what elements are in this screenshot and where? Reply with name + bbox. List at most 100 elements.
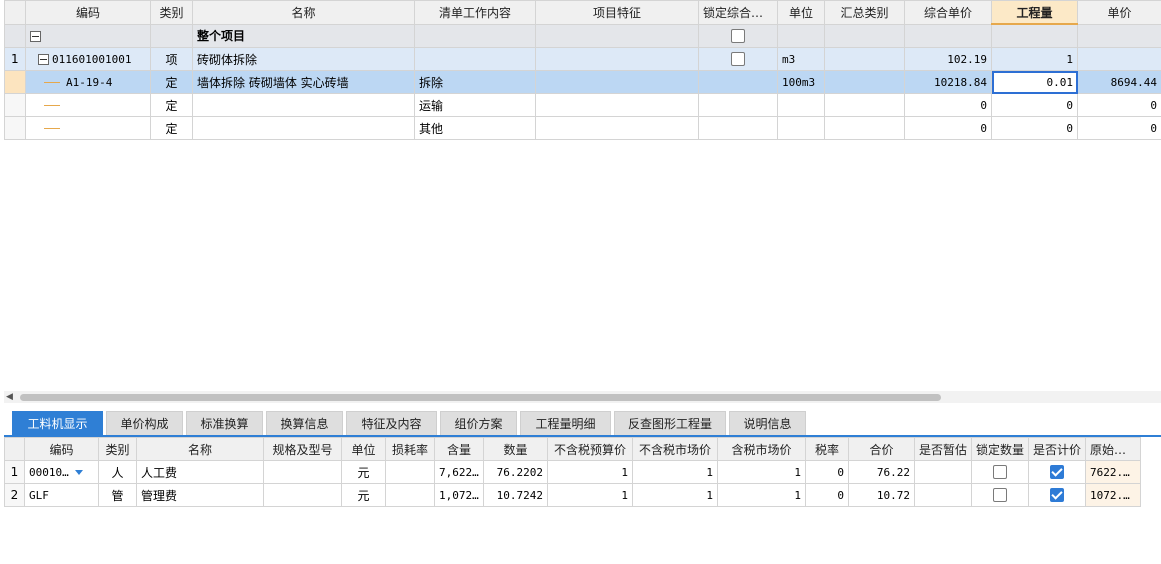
original-content-cell[interactable]: 7622.02	[1085, 460, 1141, 484]
header-code[interactable]: 编码	[24, 437, 99, 461]
scroll-left-icon[interactable]: ◀	[6, 392, 13, 402]
tab-unit-price-composition[interactable]: 单价构成	[106, 411, 183, 436]
unit-cell[interactable]	[777, 116, 825, 140]
header-total[interactable]: 合价	[848, 437, 915, 461]
unit-cell[interactable]: 元	[341, 483, 386, 507]
feature-cell[interactable]	[535, 47, 699, 71]
table-row[interactable]: 定 运输 0 0 0	[4, 93, 1161, 117]
summary-cell[interactable]	[824, 116, 905, 140]
feature-cell[interactable]	[535, 70, 699, 94]
type-cell[interactable]: 定	[150, 93, 193, 117]
original-content-cell[interactable]: 1072.42	[1085, 483, 1141, 507]
unit-price-cell[interactable]	[1077, 47, 1161, 71]
header-lock-price[interactable]: 锁定综合单价	[698, 0, 778, 25]
header-spec[interactable]: 规格及型号	[263, 437, 342, 461]
lock-qty-checkbox[interactable]	[993, 488, 1007, 503]
header-quantity[interactable]: 工程量	[991, 0, 1078, 25]
table-row[interactable]: 整个项目	[4, 23, 1161, 48]
lock-price-cell[interactable]	[698, 116, 778, 140]
provisional-cell[interactable]	[914, 483, 972, 507]
header-work-content[interactable]: 清单工作内容	[414, 0, 536, 25]
feature-cell[interactable]	[535, 23, 699, 48]
composite-price-cell[interactable]: 10218.84	[904, 70, 992, 94]
unit-cell[interactable]: 100m3	[777, 70, 825, 94]
lock-price-cell[interactable]	[698, 47, 778, 71]
chevron-down-icon[interactable]	[74, 470, 83, 475]
header-type[interactable]: 类别	[98, 437, 137, 461]
table-row[interactable]: 2 GLF 管 管理费 元 1,072… 10.7242 1 1 1 0 10.…	[4, 483, 1141, 507]
unit-price-cell[interactable]: 0	[1077, 93, 1161, 117]
code-cell[interactable]	[25, 116, 151, 140]
name-cell[interactable]: 人工费	[136, 460, 264, 484]
name-cell[interactable]: 整个项目	[192, 23, 415, 48]
header-taxed-market[interactable]: 含税市场价	[717, 437, 806, 461]
pretax-budget-cell[interactable]: 1	[547, 483, 633, 507]
tab-conversion-info[interactable]: 换算信息	[266, 411, 343, 436]
type-cell[interactable]: 定	[150, 70, 193, 94]
name-cell[interactable]	[192, 116, 415, 140]
header-lock-qty[interactable]: 锁定数量	[971, 437, 1029, 461]
pretax-market-cell[interactable]: 1	[632, 460, 718, 484]
type-cell[interactable]: 管	[98, 483, 137, 507]
pretax-budget-cell[interactable]: 1	[547, 460, 633, 484]
header-unit[interactable]: 单位	[777, 0, 825, 25]
scrollbar-thumb[interactable]	[20, 394, 941, 401]
unit-cell[interactable]	[777, 23, 825, 48]
header-quantity[interactable]: 数量	[483, 437, 548, 461]
header-type[interactable]: 类别	[150, 0, 193, 25]
name-cell[interactable]: 管理费	[136, 483, 264, 507]
header-unit-price[interactable]: 单价	[1077, 0, 1161, 25]
header-original-content[interactable]: 原始含量	[1085, 437, 1141, 461]
table-row[interactable]: 定 其他 0 0 0	[4, 116, 1161, 140]
quantity-cell[interactable]	[991, 23, 1078, 48]
taxed-market-cell[interactable]: 1	[717, 460, 806, 484]
priced-cell[interactable]	[1028, 460, 1086, 484]
tab-quantity-detail[interactable]: 工程量明细	[520, 411, 611, 436]
taxed-market-cell[interactable]: 1	[717, 483, 806, 507]
work-content-cell[interactable]: 其他	[414, 116, 536, 140]
lock-qty-cell[interactable]	[971, 460, 1029, 484]
quantity-cell[interactable]: 0	[991, 93, 1078, 117]
type-cell[interactable]: 人	[98, 460, 137, 484]
name-cell[interactable]: 墙体拆除 砖砌墙体 实心砖墙	[192, 70, 415, 94]
table-row[interactable]: 1 00010… 人 人工费 元 7,622… 76.2202 1 1 1 0 …	[4, 460, 1141, 484]
corner-cell[interactable]	[4, 437, 25, 461]
work-content-cell[interactable]	[414, 23, 536, 48]
total-cell[interactable]: 76.22	[848, 460, 915, 484]
header-name[interactable]: 名称	[192, 0, 415, 25]
unit-price-cell[interactable]: 0	[1077, 116, 1161, 140]
unit-price-cell[interactable]	[1077, 23, 1161, 48]
content-cell[interactable]: 7,622…	[434, 460, 484, 484]
table-row[interactable]: A1-19-4 定 墙体拆除 砖砌墙体 实心砖墙 拆除 100m3 10218.…	[4, 70, 1161, 94]
spec-cell[interactable]	[263, 460, 342, 484]
code-cell[interactable]: 00010…	[24, 460, 99, 484]
header-feature[interactable]: 项目特征	[535, 0, 699, 25]
lock-price-checkbox[interactable]	[731, 29, 745, 43]
lock-qty-checkbox[interactable]	[993, 465, 1007, 480]
code-cell[interactable]: A1-19-4	[25, 70, 151, 94]
lock-qty-cell[interactable]	[971, 483, 1029, 507]
feature-cell[interactable]	[535, 116, 699, 140]
header-composite-price[interactable]: 综合单价	[904, 0, 992, 25]
work-content-cell[interactable]: 运输	[414, 93, 536, 117]
header-code[interactable]: 编码	[25, 0, 151, 25]
composite-price-cell[interactable]	[904, 23, 992, 48]
loss-rate-cell[interactable]	[385, 483, 435, 507]
unit-cell[interactable]: 元	[341, 460, 386, 484]
summary-cell[interactable]	[824, 47, 905, 71]
quantity-cell[interactable]: 0	[991, 116, 1078, 140]
quantity-input[interactable]: 0.01	[991, 70, 1078, 94]
lock-price-cell[interactable]	[698, 70, 778, 94]
quantity-cell[interactable]: 10.7242	[483, 483, 548, 507]
composite-price-cell[interactable]: 0	[904, 93, 992, 117]
priced-checkbox[interactable]	[1050, 488, 1064, 503]
tab-features-content[interactable]: 特征及内容	[346, 411, 437, 436]
type-cell[interactable]: 项	[150, 47, 193, 71]
content-cell[interactable]: 1,072…	[434, 483, 484, 507]
header-provisional[interactable]: 是否暂估	[914, 437, 972, 461]
tax-rate-cell[interactable]: 0	[805, 460, 849, 484]
corner-cell[interactable]	[4, 0, 26, 25]
priced-cell[interactable]	[1028, 483, 1086, 507]
quantity-cell[interactable]: 1	[991, 47, 1078, 71]
name-cell[interactable]	[192, 93, 415, 117]
